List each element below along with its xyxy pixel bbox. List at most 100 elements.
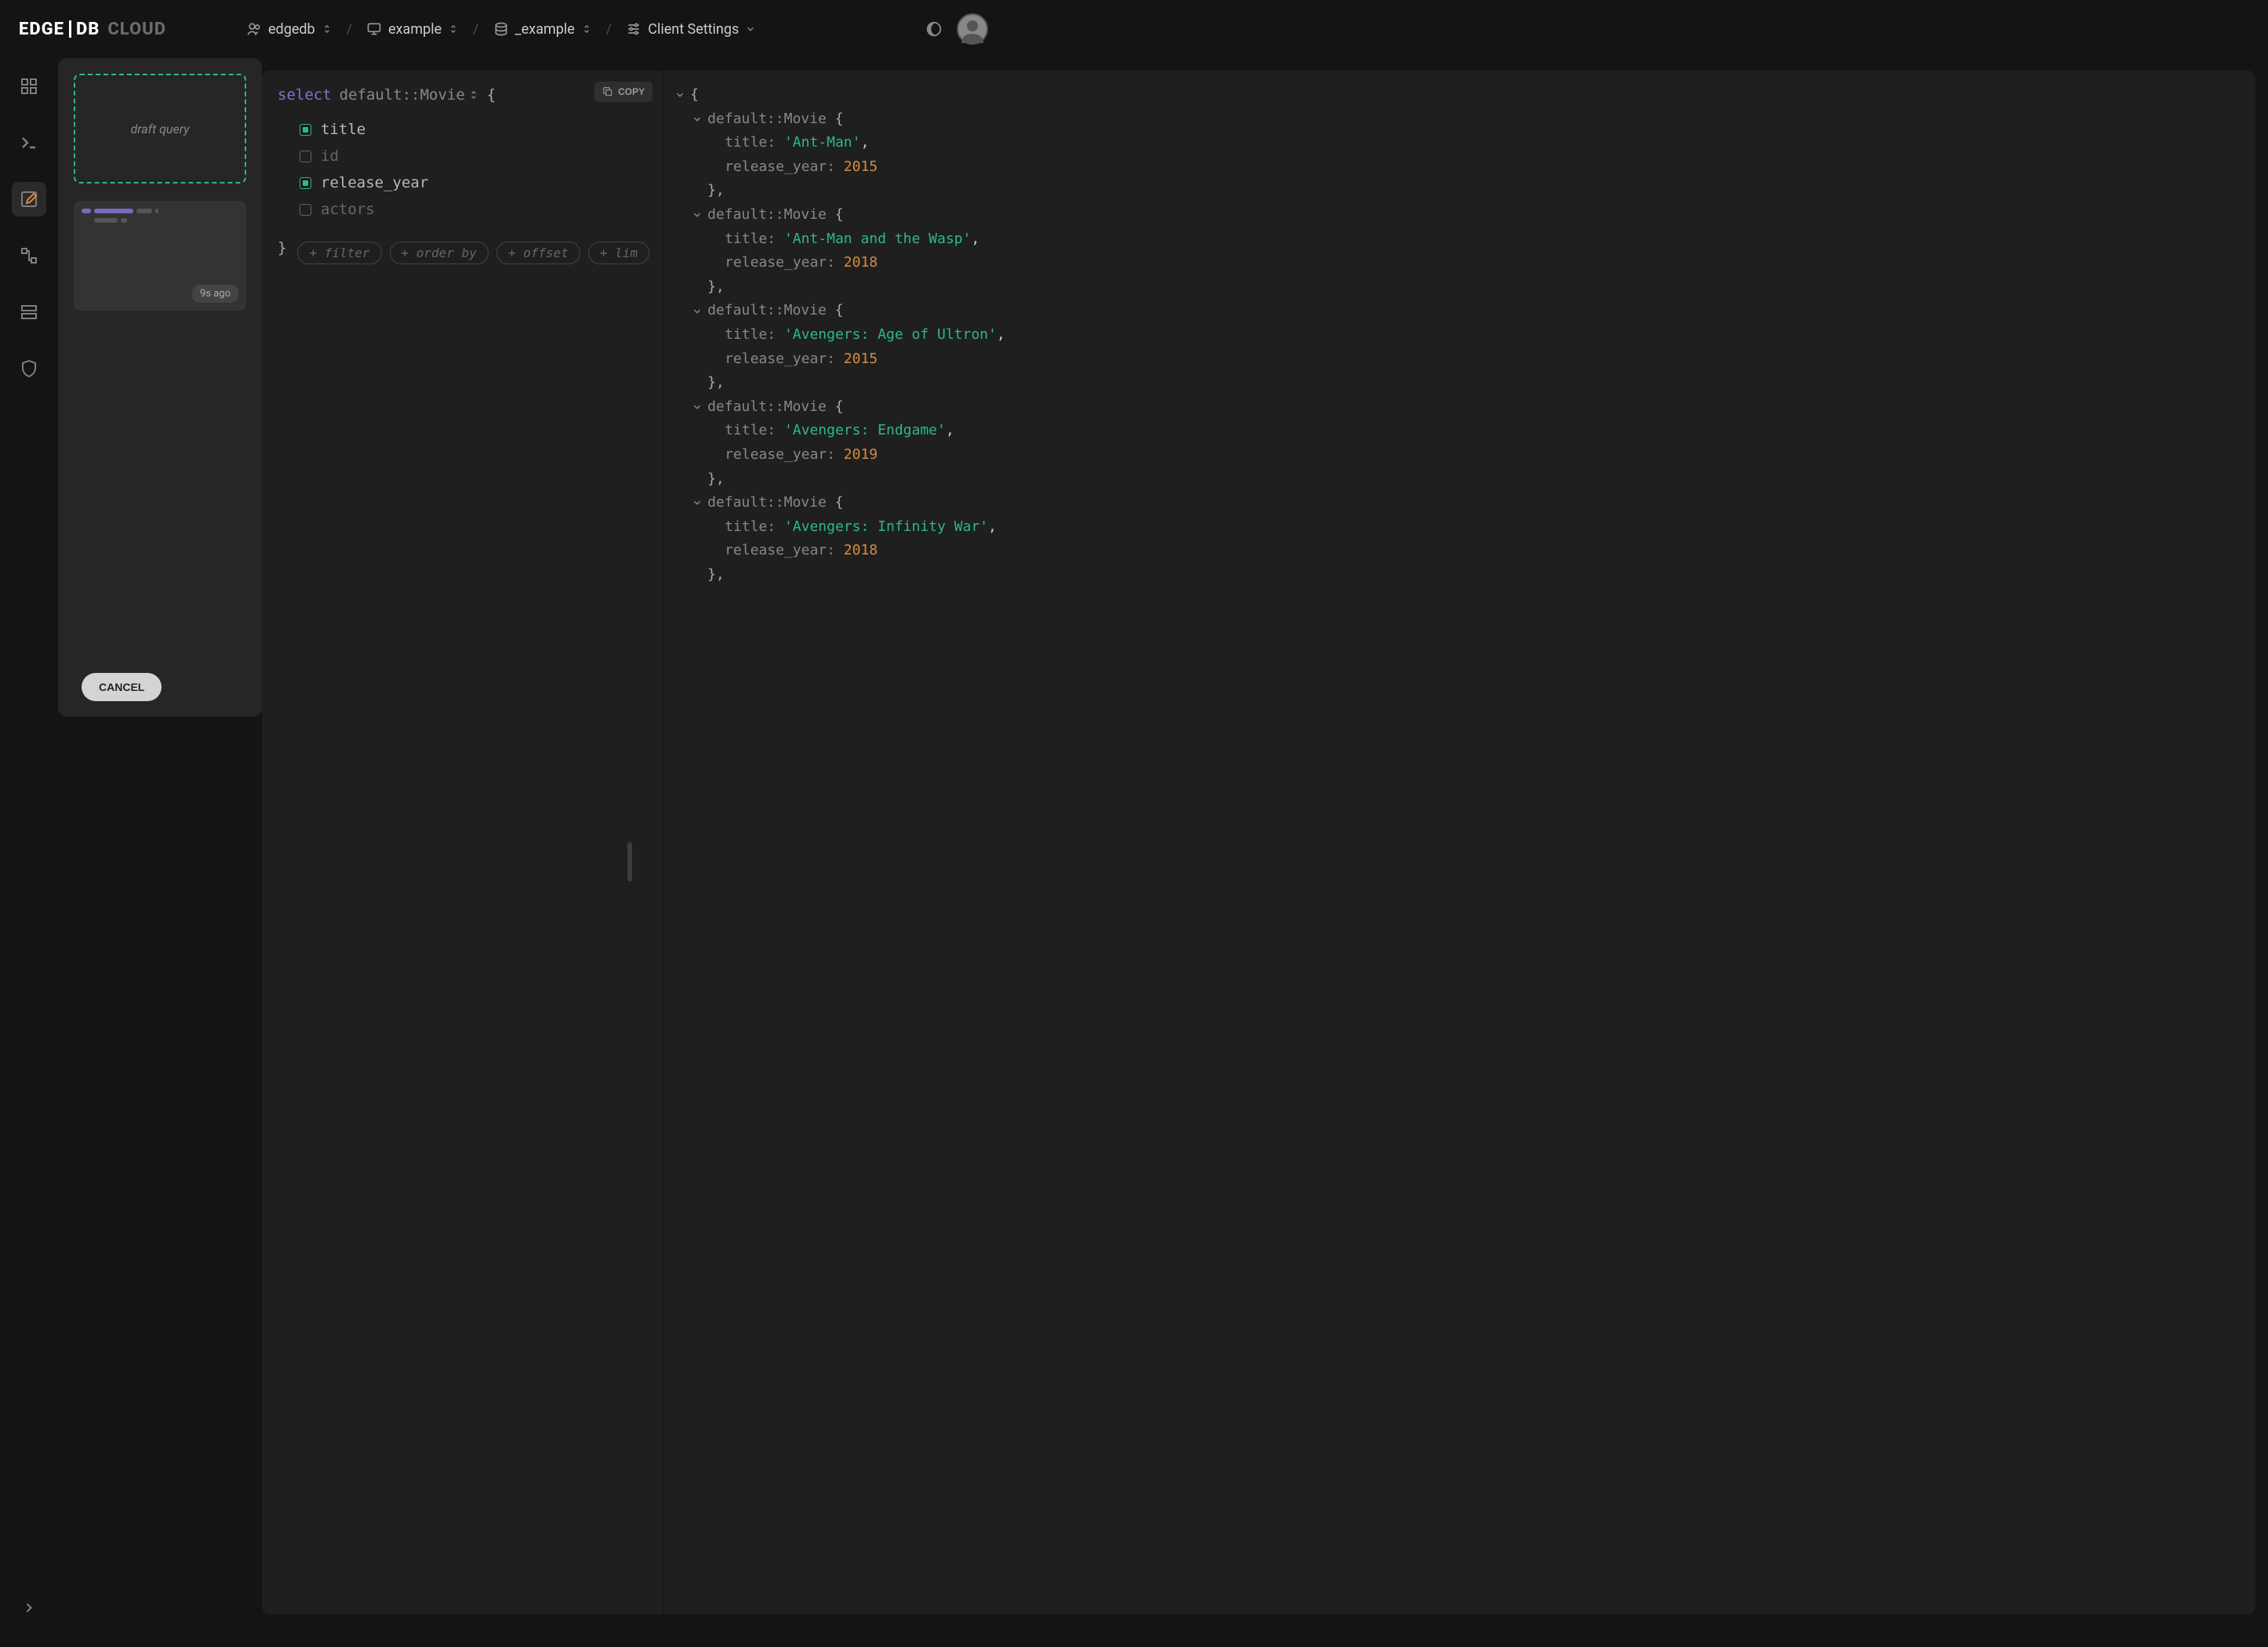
copy-button[interactable]: COPY <box>594 82 652 102</box>
theme-toggle[interactable] <box>925 20 943 38</box>
chevron-updown-icon <box>322 24 333 35</box>
splitter-handle[interactable] <box>627 842 632 882</box>
chevron-down-icon[interactable] <box>690 112 704 126</box>
prop-value: 2018 <box>844 251 878 275</box>
chevron-updown-icon <box>468 89 479 100</box>
prop-key: title: <box>725 323 784 347</box>
obj-open-brace: { <box>827 107 844 132</box>
prop-key: release_year: <box>725 443 844 467</box>
obj-close-brace: }, <box>707 275 725 300</box>
result-prop-title: title: 'Avengers: Endgame', <box>673 419 2246 443</box>
query-panel: COPY select default::Movie { title id re… <box>262 71 663 1614</box>
result-prop-title: title: 'Ant-Man', <box>673 131 2246 155</box>
chevron-right-icon <box>21 1600 37 1616</box>
breadcrumb-org-label: edgedb <box>268 21 315 38</box>
field-checkbox[interactable] <box>300 124 311 136</box>
clause-filter[interactable]: + filter <box>297 242 381 264</box>
obj-close: }, <box>673 371 2246 395</box>
rail-repl[interactable] <box>12 125 46 160</box>
cancel-button[interactable]: CANCEL <box>82 673 162 701</box>
type-selector[interactable]: default::Movie <box>340 86 479 104</box>
obj-close: }, <box>673 275 2246 300</box>
prop-key: title: <box>725 515 784 540</box>
chevron-updown-icon <box>581 24 592 35</box>
field-row-actors[interactable]: actors <box>278 196 649 223</box>
obj-close: }, <box>673 179 2246 203</box>
grid-icon <box>20 77 38 96</box>
chevron-down-icon[interactable] <box>690 304 704 318</box>
draft-query-label: draft query <box>131 122 190 136</box>
result-type: default::Movie <box>707 299 827 323</box>
logo-text-left: EDGE <box>19 20 64 39</box>
copy-icon <box>602 86 613 97</box>
avatar[interactable] <box>957 13 988 45</box>
clause-pills: + filter + order by + offset + lim <box>297 242 649 264</box>
chevron-down-icon[interactable] <box>690 400 704 414</box>
obj-open-brace: { <box>827 491 844 515</box>
history-item[interactable]: 9s ago <box>74 201 246 311</box>
field-name: id <box>321 147 339 165</box>
rail-schema[interactable] <box>12 238 46 273</box>
preview-bar <box>121 218 127 223</box>
field-name: actors <box>321 201 375 218</box>
icon-rail <box>0 58 58 1647</box>
result-prop-year: release_year: 2015 <box>673 155 2246 180</box>
chevron-updown-icon <box>448 24 459 35</box>
root-brace: { <box>690 83 699 107</box>
field-row-release-year[interactable]: release_year <box>278 169 649 196</box>
cancel-label: CANCEL <box>99 681 144 693</box>
result-object-header: default::Movie { <box>673 299 2246 323</box>
preview-dot <box>82 209 91 213</box>
clause-offset[interactable]: + offset <box>496 242 580 264</box>
result-type: default::Movie <box>707 203 827 227</box>
rail-expand[interactable] <box>12 1591 46 1625</box>
obj-open-brace: { <box>827 299 844 323</box>
result-prop-title: title: 'Avengers: Age of Ultron', <box>673 323 2246 347</box>
breadcrumb-instance-label: example <box>388 21 442 38</box>
field-checkbox[interactable] <box>300 151 311 162</box>
obj-close-brace: }, <box>707 179 725 203</box>
breadcrumb-database[interactable]: _example <box>493 21 592 38</box>
breadcrumb-org[interactable]: edgedb <box>246 21 333 38</box>
obj-open-brace: { <box>827 395 844 420</box>
breadcrumb-settings[interactable]: Client Settings <box>626 21 756 38</box>
result-type: default::Movie <box>707 395 827 420</box>
shield-icon <box>20 359 38 378</box>
prop-key: title: <box>725 419 784 443</box>
breadcrumbs: edgedb / example / _example / Client Set… <box>246 21 756 38</box>
field-checkbox[interactable] <box>300 204 311 216</box>
breadcrumb-settings-label: Client Settings <box>648 21 739 38</box>
result-object-header: default::Movie { <box>673 107 2246 132</box>
field-checkbox[interactable] <box>300 177 311 189</box>
breadcrumb-instance[interactable]: example <box>366 21 459 38</box>
rail-dashboard[interactable] <box>12 69 46 104</box>
prop-value: 'Avengers: Age of Ultron' <box>784 323 997 347</box>
draft-query-card[interactable]: draft query <box>74 74 246 184</box>
breadcrumb-database-label: _example <box>515 21 575 38</box>
database-icon <box>493 21 509 37</box>
chevron-down-icon[interactable] <box>673 88 687 102</box>
open-brace: { <box>487 86 496 104</box>
rail-auth[interactable] <box>12 351 46 386</box>
field-row-id[interactable]: id <box>278 143 649 169</box>
main: COPY select default::Movie { title id re… <box>262 71 2255 1614</box>
logo-text-right: DB <box>76 20 100 39</box>
result-prop-title: title: 'Avengers: Infinity War', <box>673 515 2246 540</box>
prop-value: 'Ant-Man' <box>784 131 861 155</box>
clause-limit[interactable]: + lim <box>588 242 649 264</box>
clause-order-by[interactable]: + order by <box>390 242 489 264</box>
logo: EDGE DB CLOUD <box>19 20 166 39</box>
moon-icon <box>925 20 943 38</box>
chevron-down-icon[interactable] <box>690 208 704 222</box>
logo-cloud: CLOUD <box>107 20 166 39</box>
chevron-down-icon[interactable] <box>690 496 704 510</box>
rail-editor[interactable] <box>12 182 46 216</box>
field-row-title[interactable]: title <box>278 116 649 143</box>
prop-value: 'Ant-Man and the Wasp' <box>784 227 971 252</box>
prop-value: 2015 <box>844 347 878 372</box>
rail-data[interactable] <box>12 295 46 329</box>
sliders-icon <box>626 21 642 37</box>
query-header-line: select default::Movie { <box>278 86 649 104</box>
history-panel: draft query 9s ago CANCEL <box>58 58 262 717</box>
header: EDGE DB CLOUD edgedb / example / _exampl… <box>0 0 1007 58</box>
